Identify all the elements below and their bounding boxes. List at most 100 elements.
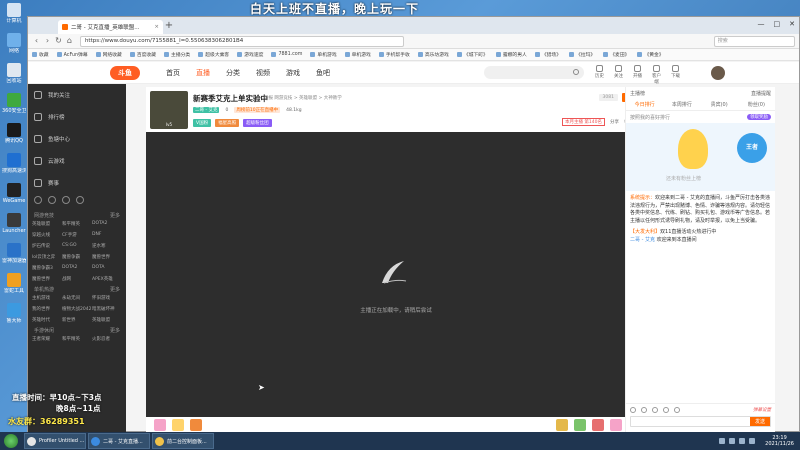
bookmark-item[interactable]: 超级大乘客 (198, 51, 229, 58)
chat-tab[interactable]: 本周排行 (663, 99, 700, 110)
chat-input[interactable]: 发送 (630, 416, 771, 427)
desktop-icon[interactable]: 搜狗高速浏览器 (2, 152, 26, 182)
category-link[interactable]: 英雄联盟 (92, 317, 122, 323)
activity-badge[interactable]: 周榜前10正在直播中 (234, 107, 281, 113)
desktop-icon[interactable]: 鲁大师 (2, 302, 26, 332)
back-icon[interactable]: ‹ (32, 36, 41, 46)
gift-icon[interactable] (574, 419, 586, 431)
gift-icon[interactable] (556, 419, 568, 431)
desktop-icon[interactable]: 雷蛇工具 (2, 272, 26, 302)
category-link[interactable]: 炉石传说 (32, 243, 62, 249)
streamer-avatar[interactable]: lv5 (150, 91, 188, 129)
claim-reward-button[interactable]: 领取奖励 (747, 114, 771, 120)
chat-tab[interactable]: 贵宾(0) (701, 99, 738, 110)
category-link[interactable]: 魔兽争霸3 (32, 265, 62, 271)
maximize-button[interactable]: □ (774, 20, 781, 28)
bookmark-item[interactable]: 网络收藏 (95, 51, 122, 58)
room-tags[interactable]: 举报 网游竞技 > 英雄联盟 > 大神教学 (264, 95, 342, 101)
sidebar-section-more[interactable]: 更多 (110, 286, 120, 293)
bookmark-item[interactable]: 《猎场》 (534, 51, 561, 58)
bell-icon[interactable] (663, 407, 669, 413)
bookmark-item[interactable]: 《城下町》 (456, 51, 488, 58)
search-icon[interactable] (573, 69, 579, 75)
category-link[interactable]: 主机游戏 (32, 295, 62, 301)
tab-douyu[interactable]: 二哥 - 艾克直播_英雄联盟... × (58, 20, 163, 34)
douyu-logo[interactable]: 斗鱼 (110, 66, 140, 80)
category-link[interactable]: DOTA (92, 265, 122, 271)
nav-item[interactable]: 分类 (226, 68, 240, 78)
nav-item[interactable]: 游戏 (286, 68, 300, 78)
category-link[interactable]: 新世界 (62, 317, 92, 323)
desktop-icon[interactable]: 腾讯QQ (2, 122, 26, 152)
bookmark-item[interactable]: AcFun弹幕 (56, 51, 88, 58)
header-icon[interactable]: 关注 (612, 65, 625, 85)
video-player[interactable]: 主播正在加载中，请稍后尝试 ➤ (146, 132, 646, 417)
gift-icon[interactable] (172, 419, 184, 431)
category-link[interactable]: 逆水寒 (92, 243, 122, 249)
chat-tab[interactable]: 今日排行 (626, 99, 663, 110)
start-button[interactable] (4, 434, 18, 448)
desktop-icon[interactable]: 计算机 (2, 2, 26, 32)
bookmark-item[interactable]: 7881.com (271, 52, 302, 57)
event-icon[interactable] (34, 196, 42, 204)
chat-user[interactable]: 二哥 - 艾克 (630, 237, 655, 243)
url-input[interactable]: https://www.douyu.com/7155881_l=0.550638… (79, 35, 404, 47)
streamer-name[interactable]: 二哥 - 艾克 (193, 107, 220, 113)
bookmark-item[interactable]: 《拉玛》 (569, 51, 595, 58)
category-link[interactable]: 怀旧游戏 (92, 295, 122, 301)
color-icon[interactable] (641, 407, 647, 413)
sidebar-item[interactable]: 我的关注 (28, 84, 126, 106)
vfan-button[interactable]: V国粉 (193, 119, 212, 127)
category-link[interactable]: DOTA2 (62, 265, 92, 271)
category-link[interactable]: 魔兽世界 (32, 276, 62, 282)
category-link[interactable]: CS:GO (62, 243, 92, 249)
category-link[interactable]: 和平精英 (62, 221, 92, 227)
lucky-button[interactable]: 福星高照 (215, 119, 240, 127)
sidebar-item[interactable]: 云游戏 (28, 150, 126, 172)
category-link[interactable]: CF手游 (62, 232, 92, 238)
bookmark-item[interactable]: 收藏 (32, 51, 49, 58)
header-icon[interactable]: 客户端 (650, 65, 663, 85)
gift-icon[interactable] (610, 419, 622, 431)
category-link[interactable]: 我的世界 (32, 306, 62, 312)
category-link[interactable]: 魔兽争霸 (62, 254, 92, 260)
desktop-icon[interactable]: 回收站 (2, 62, 26, 92)
bookmark-item[interactable]: 高乐坊游戏 (417, 51, 449, 58)
tray-icon[interactable] (729, 438, 736, 444)
bookmark-item[interactable]: 游戏速度 (237, 51, 263, 58)
star-icon[interactable] (674, 407, 680, 413)
king-badge[interactable]: 王者 (737, 133, 767, 163)
category-link[interactable]: 英雄联盟 (32, 221, 62, 227)
category-link[interactable]: DOTA2 (92, 221, 122, 227)
event-icon[interactable] (62, 196, 70, 204)
desktop-icon[interactable]: WeGame (2, 182, 26, 212)
event-icon[interactable] (48, 196, 56, 204)
taskbar-app[interactable]: 二哥 - 艾克直播... (88, 433, 150, 449)
taskbar-app[interactable]: Profiler Untitled ... (24, 433, 86, 449)
fan-club-button[interactable]: 超级粉丝团 (243, 119, 272, 127)
nav-item[interactable]: 直播 (196, 68, 210, 78)
bookmark-item[interactable]: 手机帮手收 (378, 51, 410, 58)
network-icon[interactable] (749, 438, 756, 444)
category-link[interactable]: 王者荣耀 (32, 336, 62, 342)
category-link[interactable]: 英雄时代 (32, 317, 62, 323)
header-icon[interactable]: 历史 (593, 65, 606, 85)
desktop-icon[interactable]: 网络 (2, 32, 26, 62)
rank-badge[interactable]: 本月主播 第140名 (561, 118, 605, 126)
nav-item[interactable]: 视频 (256, 68, 270, 78)
clock[interactable]: 23:19 2021/11/26 (765, 435, 794, 447)
category-link[interactable]: 永劫无间 (62, 295, 92, 301)
volume-icon[interactable] (739, 438, 746, 444)
sidebar-section-more[interactable]: 更多 (110, 327, 120, 334)
sidebar-item[interactable]: 赛事 (28, 172, 126, 194)
gift-icon[interactable] (190, 419, 202, 431)
header-icon[interactable]: 下载 (669, 65, 682, 85)
sidebar-item[interactable]: 鱼塘中心 (28, 128, 126, 150)
user-avatar[interactable] (711, 66, 725, 80)
bookmark-item[interactable]: 单机游戏 (310, 51, 337, 58)
bookmark-item[interactable]: 《黄金》 (637, 51, 664, 58)
nav-item[interactable]: 首页 (166, 68, 180, 78)
live-reminder-link[interactable]: 直播提醒 (751, 90, 771, 97)
category-link[interactable]: 和平精英 (62, 336, 92, 342)
bookmark-item[interactable]: 单机游戏 (344, 51, 371, 58)
